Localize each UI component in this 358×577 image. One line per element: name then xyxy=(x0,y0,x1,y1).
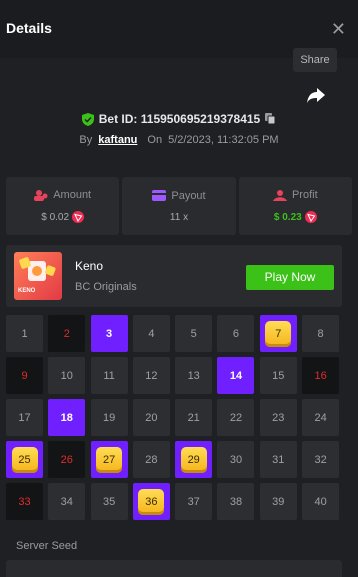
keno-cell-24: 24 xyxy=(302,399,340,436)
keno-hit-gem: 29 xyxy=(180,446,207,473)
amount-label: Amount xyxy=(53,189,92,201)
keno-cell-1: 1 xyxy=(6,315,43,352)
keno-cell-2: 2 xyxy=(48,315,86,352)
keno-cell-33: 33 xyxy=(6,483,43,520)
bet-stats: Amount $ 0.02 Payout 11 x Profit $ 0.23 xyxy=(6,177,352,235)
payout-value: 11 x xyxy=(169,211,189,223)
bet-datetime: 5/2/2023, 11:32:05 PM xyxy=(168,134,279,146)
keno-cell-40: 40 xyxy=(302,483,340,520)
play-now-button[interactable]: Play Now xyxy=(246,265,334,290)
keno-cell-37: 37 xyxy=(175,483,213,520)
tron-coin-icon xyxy=(72,211,85,223)
keno-cell-25: 25 xyxy=(6,441,43,478)
keno-cell-39: 39 xyxy=(259,483,297,520)
keno-cell-18: 18 xyxy=(48,399,86,436)
username-link[interactable]: kaftanu xyxy=(98,134,137,146)
keno-cell-10: 10 xyxy=(48,357,86,394)
payout-icon xyxy=(152,190,167,201)
keno-cell-35: 35 xyxy=(90,483,128,520)
keno-cell-15: 15 xyxy=(259,357,297,394)
amount-value: $ 0.02 xyxy=(41,211,70,223)
keno-cell-6: 6 xyxy=(217,315,255,352)
profit-label: Profit xyxy=(291,189,318,201)
keno-cell-26: 26 xyxy=(48,441,86,478)
keno-cell-14: 14 xyxy=(217,357,255,394)
bet-id-row: Bet ID: 115950695219378415 xyxy=(0,110,358,128)
keno-cell-8: 8 xyxy=(302,315,340,352)
keno-cell-5: 5 xyxy=(175,315,213,352)
keno-cell-34: 34 xyxy=(48,483,86,520)
keno-cell-29: 29 xyxy=(175,441,213,478)
page-title: Details xyxy=(6,20,52,36)
keno-board: 1 2 3 4 5 6 7 8 9 10 11 12 13 14 15 16 17 18 19 20 21 22 23 24 2… xyxy=(6,315,342,523)
keno-cell-19: 19 xyxy=(90,399,128,436)
keno-cell-17: 17 xyxy=(6,399,43,436)
keno-thumbnail[interactable]: KENO xyxy=(14,252,62,300)
keno-cell-12: 12 xyxy=(132,357,170,394)
keno-cell-7: 7 xyxy=(259,315,297,352)
keno-hit-gem: 36 xyxy=(138,488,165,515)
keno-thumb-text: KENO xyxy=(18,288,36,294)
amount-icon xyxy=(34,189,48,201)
stat-amount: Amount $ 0.02 xyxy=(6,177,120,235)
game-name: Keno xyxy=(75,259,104,273)
share-arrow-icon[interactable] xyxy=(306,86,326,104)
stat-profit: Profit $ 0.23 xyxy=(238,177,352,235)
payout-label: Payout xyxy=(171,189,206,202)
game-card: KENO Keno BC Originals Play Now xyxy=(6,245,342,307)
stat-payout: Payout 11 x xyxy=(122,177,236,235)
server-seed-box xyxy=(6,560,342,577)
game-provider: BC Originals xyxy=(75,281,137,293)
keno-cell-27: 27 xyxy=(90,441,128,478)
keno-cell-21: 21 xyxy=(175,399,213,436)
keno-cell-28: 28 xyxy=(132,441,170,478)
share-button[interactable]: Share xyxy=(293,48,337,72)
copy-icon[interactable] xyxy=(265,113,276,125)
close-icon[interactable]: ✕ xyxy=(331,20,346,38)
on-label: On xyxy=(147,134,163,146)
bet-meta-row: By kaftanu On 5/2/2023, 11:32:05 PM xyxy=(0,132,358,148)
keno-cell-3: 3 xyxy=(90,315,128,352)
keno-cell-36: 36 xyxy=(132,483,170,520)
profit-icon xyxy=(272,189,287,201)
keno-cell-16: 16 xyxy=(302,357,340,394)
keno-cell-4: 4 xyxy=(132,315,170,352)
keno-cell-20: 20 xyxy=(132,399,170,436)
keno-cell-11: 11 xyxy=(90,357,128,394)
shield-check-icon xyxy=(81,112,94,126)
keno-cell-38: 38 xyxy=(217,483,255,520)
tron-coin-icon xyxy=(304,211,317,223)
keno-cell-22: 22 xyxy=(217,399,255,436)
keno-cell-30: 30 xyxy=(217,441,255,478)
keno-cell-32: 32 xyxy=(302,441,340,478)
keno-cell-23: 23 xyxy=(259,399,297,436)
keno-hit-gem: 27 xyxy=(96,446,123,473)
bet-id: Bet ID: 115950695219378415 xyxy=(98,112,261,126)
keno-cell-13: 13 xyxy=(175,357,213,394)
by-label: By xyxy=(79,134,93,146)
server-seed-label: Server Seed xyxy=(16,540,78,552)
keno-cell-31: 31 xyxy=(259,441,297,478)
keno-cell-9: 9 xyxy=(6,357,43,394)
keno-hit-gem: 25 xyxy=(11,446,38,473)
profit-value: $ 0.23 xyxy=(273,211,302,223)
keno-hit-gem: 7 xyxy=(265,320,292,347)
